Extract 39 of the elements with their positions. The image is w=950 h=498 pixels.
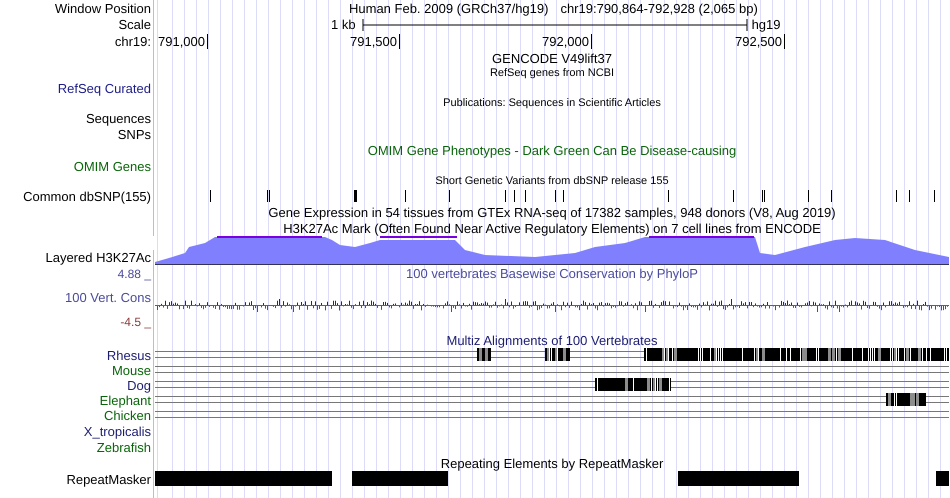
track-caption: Short Genetic Variants from dbSNP release 155 bbox=[435, 175, 669, 187]
repeat-bar bbox=[936, 471, 949, 486]
axis-value: -4.5 _ bbox=[120, 315, 151, 329]
position-text: chr19:790,864-792,928 (2,065 bp) bbox=[560, 0, 758, 16]
track-label[interactable]: Sequences bbox=[86, 110, 151, 126]
row-label: Scale bbox=[118, 17, 151, 32]
assembly-name: hg19 bbox=[752, 17, 780, 32]
track-label[interactable]: Zebrafish bbox=[96, 440, 151, 454]
scale-length: 1 kb bbox=[331, 17, 356, 32]
track-label[interactable]: OMIM Genes bbox=[74, 158, 151, 174]
track-title: 100 vertebrates Basewise Conservation by PhyloP bbox=[406, 266, 698, 281]
track-title: H3K27Ac Mark (Often Found Near Active Regulatory Elements) on 7 cell lines from ENCODE bbox=[283, 220, 821, 236]
track-label[interactable]: X_tropicalis bbox=[84, 424, 151, 438]
ruler-tick: 791,500 bbox=[350, 34, 400, 49]
track-label[interactable]: RepeatMasker bbox=[66, 472, 151, 486]
track-caption: RefSeq genes from NCBI bbox=[490, 67, 614, 79]
track-label[interactable]: Layered H3K27Ac bbox=[45, 250, 151, 265]
track-label[interactable]: 100 Vert. Cons bbox=[65, 290, 151, 304]
track-title: GENCODE V49lift37 bbox=[492, 50, 612, 66]
row-label: chr19: bbox=[114, 34, 151, 49]
track-label[interactable]: SNPs bbox=[118, 126, 151, 142]
ruler-tick: 792,500 bbox=[735, 34, 785, 49]
track-label[interactable]: Chicken bbox=[104, 408, 151, 423]
track-label[interactable]: Elephant bbox=[100, 393, 151, 408]
track-title: Multiz Alignments of 100 Vertebrates bbox=[446, 332, 658, 348]
track-caption: Publications: Sequences in Scientific Articles bbox=[443, 97, 661, 109]
track-label[interactable]: Mouse bbox=[112, 363, 151, 378]
track-label[interactable]: Dog bbox=[127, 378, 151, 393]
assembly-title: Human Feb. 2009 (GRCh37/hg19) bbox=[349, 0, 548, 16]
track-label[interactable]: Rhesus bbox=[106, 348, 151, 363]
track-title: Gene Expression in 54 tissues from GTEx RNA-seq of 17382 samples, 948 donors (V8, Aug 2019) bbox=[268, 204, 836, 220]
ruler-tick: 791,000 bbox=[158, 34, 208, 49]
track-title: OMIM Gene Phenotypes - Dark Green Can Be Disease-causing bbox=[368, 142, 736, 158]
track-label[interactable]: Common dbSNP(155) bbox=[23, 188, 151, 204]
ruler-tick: 792,000 bbox=[542, 34, 592, 49]
row-label: Window Position bbox=[54, 0, 151, 16]
track-title: Repeating Elements by RepeatMasker bbox=[440, 456, 664, 470]
track-label[interactable]: RefSeq Curated bbox=[58, 80, 151, 96]
axis-value: 4.88 _ bbox=[118, 266, 151, 280]
